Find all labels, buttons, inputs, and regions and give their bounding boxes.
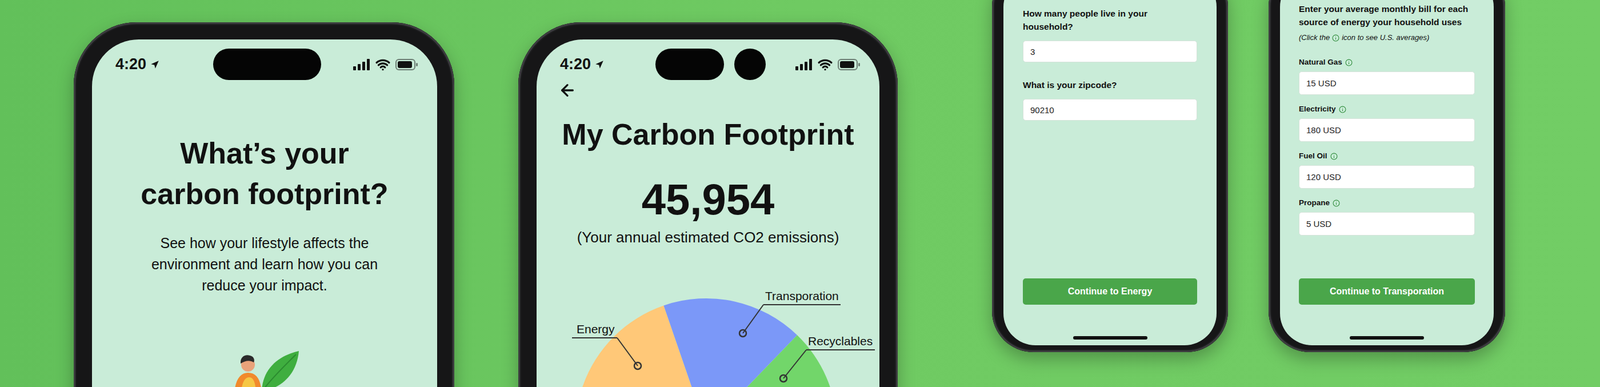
field-label: Natural Gas (1298, 56, 1475, 68)
intro-screen: 4:20 What’s your carbon footprint? See how… (92, 39, 438, 387)
energy-screen: Enter your average monthly bill for each… (1280, 0, 1494, 346)
household-form: How many people live in your household? 3… (1022, 6, 1198, 121)
home-indicator (1349, 336, 1424, 340)
intro-title: What’s your carbon footprint? (130, 133, 399, 215)
status-bar: 4:20 (92, 48, 438, 80)
continue-button[interactable]: Continue to Energy (1022, 278, 1198, 305)
status-time: 4:20 (115, 55, 160, 74)
field-label: What is your zipcode? (1022, 78, 1166, 92)
footprint-total: 45,954 (536, 173, 880, 226)
footprint-phone: 4:20 My Carbon Footprint 45,954(Your annua… (518, 22, 898, 387)
continue-button[interactable]: Continue to Transporation (1298, 278, 1475, 305)
form-field: Fuel Oil 120 USD (1298, 150, 1475, 189)
footprint-pie-chart: Energy Transporation Recyclables (536, 263, 880, 387)
wifi-icon (817, 57, 833, 72)
info-icon[interactable] (1345, 58, 1353, 67)
footprint-screen: 4:20 My Carbon Footprint 45,954(Your annua… (536, 39, 880, 387)
info-icon[interactable] (1338, 105, 1347, 114)
info-icon[interactable] (1332, 199, 1340, 207)
field-label: Fuel Oil (1298, 150, 1475, 162)
intro-subtitle: See how your lifestyle affects the envir… (146, 232, 384, 296)
island-pill (655, 48, 724, 80)
front-camera (734, 48, 766, 80)
info-icon[interactable] (1330, 152, 1338, 160)
form-field: What is your zipcode? 90210 (1022, 78, 1198, 121)
wifi-icon (375, 57, 391, 72)
footprint-title: My Carbon Footprint (536, 116, 880, 152)
household-phone: How many people live in your household? 3… (992, 0, 1228, 352)
energy-note: (Click theicon to see U.S. averages) (1298, 32, 1475, 44)
energy-heading: Enter your average monthly bill for each… (1298, 2, 1475, 29)
back-button[interactable] (558, 82, 577, 99)
footprint-caption: (Your annual estimated CO2 emissions) (536, 226, 880, 248)
dynamic-island (655, 48, 766, 80)
status-icons (353, 57, 419, 72)
battery-icon (837, 58, 861, 71)
mockup-canvas: 4:20 What’s your carbon footprint? See how… (0, 0, 1600, 387)
form-field: Electricity 180 USD (1298, 103, 1475, 142)
field-label: Electricity (1298, 103, 1475, 115)
household-screen: How many people live in your household? 3… (1003, 0, 1217, 346)
pie-label: Recyclables (780, 334, 875, 382)
form-field: Propane 5 USD (1298, 197, 1475, 236)
text-field[interactable]: 120 USD (1298, 165, 1475, 189)
field-label: How many people live in your household? (1022, 6, 1166, 34)
text-field[interactable]: 5 USD (1298, 212, 1475, 236)
svg-text:Recyclables: Recyclables (808, 334, 873, 348)
field-label: Propane (1298, 197, 1475, 209)
pie-label: Transporation (739, 289, 841, 337)
form-field: How many people live in your household? 3 (1022, 6, 1198, 63)
back-arrow-icon (558, 81, 577, 100)
text-field[interactable]: 3 (1022, 40, 1198, 63)
location-arrow-icon (594, 59, 605, 70)
signal-icon (353, 58, 371, 71)
island-pill (213, 48, 322, 80)
text-field[interactable]: 15 USD (1298, 71, 1475, 95)
pie-label: Energy (572, 322, 642, 370)
dynamic-island (213, 48, 322, 80)
svg-text:Energy: Energy (576, 322, 615, 336)
energy-phone: Enter your average monthly bill for each… (1268, 0, 1506, 352)
intro-phone: 4:20 What’s your carbon footprint? See how… (73, 22, 455, 387)
text-field[interactable]: 180 USD (1298, 118, 1475, 142)
battery-icon (395, 58, 419, 71)
text-field[interactable]: 90210 (1022, 98, 1198, 121)
signal-icon (795, 58, 813, 71)
energy-form: Natural Gas 15 USD Electricity 180 USD Fuel … (1298, 56, 1475, 236)
status-time: 4:20 (560, 55, 605, 74)
home-indicator (1073, 336, 1148, 340)
status-icons (795, 57, 861, 72)
status-bar: 4:20 (536, 48, 880, 80)
info-icon (1332, 34, 1340, 42)
location-arrow-icon (149, 59, 160, 70)
svg-text:Transporation: Transporation (765, 289, 839, 303)
person-leaf-illustration (227, 345, 302, 387)
form-field: Natural Gas 15 USD (1298, 56, 1475, 95)
